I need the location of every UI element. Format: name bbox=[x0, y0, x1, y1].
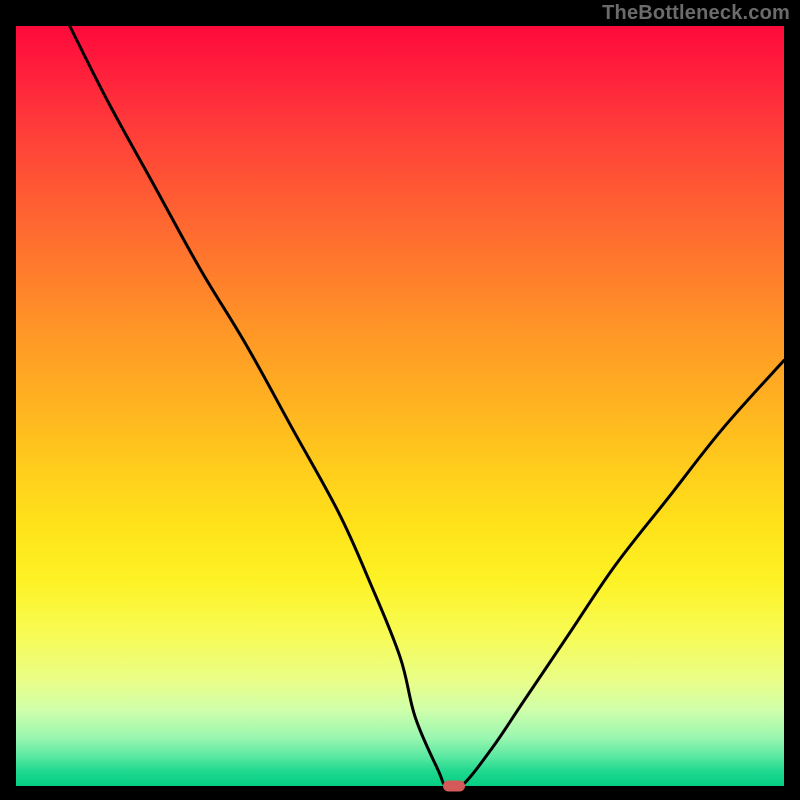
bottleneck-curve bbox=[16, 26, 784, 786]
plot-area bbox=[16, 26, 784, 786]
optimal-point-marker bbox=[443, 781, 465, 792]
watermark-text: TheBottleneck.com bbox=[602, 2, 790, 25]
chart-frame: TheBottleneck.com bbox=[0, 0, 800, 800]
